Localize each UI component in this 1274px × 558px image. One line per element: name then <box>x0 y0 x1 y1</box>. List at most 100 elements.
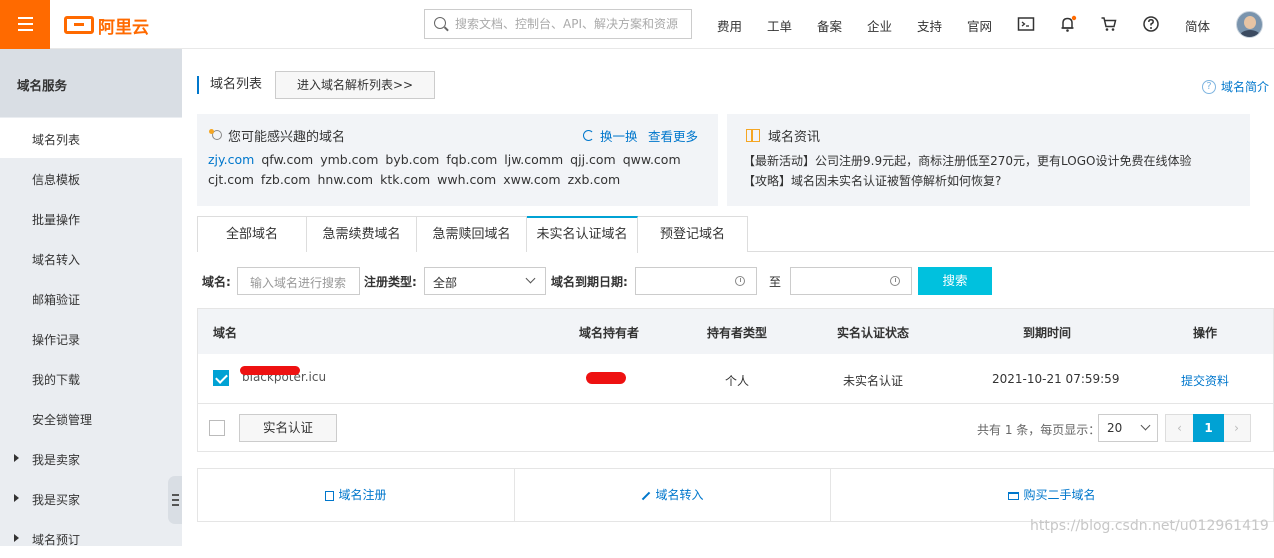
sidebar-item-domain-list[interactable]: 域名列表 <box>0 118 182 158</box>
sidebar-item-security-lock[interactable]: 安全锁管理 <box>0 398 182 438</box>
page-title: 域名列表 <box>197 76 262 94</box>
nav-icp[interactable]: 备案 <box>817 16 842 35</box>
suggested-domain[interactable]: ymb.com <box>320 152 378 167</box>
holder-type: 个人 <box>725 374 750 388</box>
cart-icon[interactable] <box>1100 15 1118 33</box>
suggested-domain[interactable]: qww.com <box>623 152 681 167</box>
redaction-mark <box>586 372 626 384</box>
user-avatar[interactable] <box>1236 11 1263 38</box>
chevron-down-icon <box>525 273 536 284</box>
sidebar-item-downloads[interactable]: 我的下载 <box>0 358 182 398</box>
quick-links: 域名注册 域名转入 购买二手域名 <box>197 468 1274 522</box>
quick-link-buy-used[interactable]: 购买二手域名 <box>830 469 1273 521</box>
interest-panel-title: 您可能感兴趣的域名 <box>228 130 346 145</box>
col-actions: 操作 <box>1193 326 1218 340</box>
tab-renew-urgent[interactable]: 急需续费域名 <box>307 216 417 252</box>
sidebar-collapse-handle[interactable] <box>168 476 182 524</box>
type-filter-label: 注册类型: <box>364 275 417 289</box>
suggested-domain[interactable]: xww.com <box>503 172 560 187</box>
sidebar-item-label: 我的下载 <box>32 373 81 387</box>
news-panel-title: 域名资讯 <box>768 130 821 145</box>
suggested-domain[interactable]: fqb.com <box>446 152 497 167</box>
tab-all-domains[interactable]: 全部域名 <box>197 216 307 252</box>
domain-intro-label: 域名简介 <box>1220 80 1269 94</box>
quick-link-register[interactable]: 域名注册 <box>198 469 514 521</box>
sidebar-item-reserve[interactable]: 域名预订 <box>0 518 182 558</box>
sidebar-item-buyer[interactable]: 我是买家 <box>0 478 182 518</box>
news-item[interactable]: 【最新活动】公司注册9.9元起，商标注册低至270元，更有LOGO设计免费在线体… <box>743 152 1191 169</box>
search-button[interactable]: 搜索 <box>918 267 992 295</box>
table-row: blackpoter.icu 个人 未实名认证 2021-10-21 07:59… <box>198 354 1273 404</box>
suggested-domain[interactable]: zxb.com <box>568 172 621 187</box>
search-input[interactable] <box>455 14 687 34</box>
terminal-icon[interactable] <box>1017 15 1035 33</box>
news-panel-header: 域名资讯 <box>746 126 820 145</box>
suggested-domain[interactable]: byb.com <box>385 152 439 167</box>
see-more-link[interactable]: 查看更多 <box>648 126 698 145</box>
global-search[interactable] <box>424 9 692 39</box>
sidebar-item-label: 安全锁管理 <box>32 413 93 427</box>
sidebar-item-seller[interactable]: 我是卖家 <box>0 438 182 478</box>
cart-icon <box>1008 491 1020 500</box>
sidebar-item-label: 操作记录 <box>32 333 81 347</box>
main-content: 域名列表 进入域名解析列表>> ? 域名简介 您可能感兴趣的域名 换一换 查看更… <box>182 49 1274 546</box>
registration-type-select[interactable]: 全部 <box>424 267 546 295</box>
enter-dns-list-button[interactable]: 进入域名解析列表>> <box>275 71 435 99</box>
suggested-domain[interactable]: fzb.com <box>261 172 311 187</box>
domain-intro-link[interactable]: ? 域名简介 <box>1201 78 1269 95</box>
language-switch[interactable]: 简体 <box>1185 16 1210 35</box>
expire-date-start[interactable] <box>635 267 757 295</box>
refresh-button[interactable]: 换一换 <box>583 126 638 145</box>
quick-link-label: 域名转入 <box>655 488 704 502</box>
quick-link-label: 购买二手域名 <box>1023 488 1096 502</box>
suggested-domain[interactable]: ljw.comm <box>504 152 563 167</box>
domain-search-input[interactable]: 输入域名进行搜索 <box>237 267 360 295</box>
sidebar-item-batch[interactable]: 批量操作 <box>0 198 182 238</box>
nav-fees[interactable]: 费用 <box>717 16 742 35</box>
suggested-domain[interactable]: hnw.com <box>318 172 374 187</box>
bell-icon[interactable] <box>1059 15 1077 33</box>
sidebar: 域名服务 域名列表 信息模板 批量操作 域名转入 邮箱验证 操作记录 我的下载 … <box>0 49 182 547</box>
suggested-domain[interactable]: zjy.com <box>208 152 254 167</box>
sidebar-item-email-verify[interactable]: 邮箱验证 <box>0 278 182 318</box>
aliyun-logo[interactable]: 阿里云 <box>64 14 149 38</box>
prev-page-button[interactable]: ‹ <box>1166 415 1193 441</box>
suggested-domain[interactable]: ktk.com <box>380 172 430 187</box>
suggested-domain[interactable]: qjj.com <box>570 152 616 167</box>
hamburger-menu-button[interactable] <box>0 0 50 49</box>
top-bar: 阿里云 费用 工单 备案 企业 支持 官网 简体 <box>0 0 1274 49</box>
suggested-domain[interactable]: qfw.com <box>261 152 313 167</box>
next-page-button[interactable]: › <box>1223 415 1250 441</box>
sidebar-item-label: 域名预订 <box>32 533 81 547</box>
sidebar-item-info-template[interactable]: 信息模板 <box>0 158 182 198</box>
sidebar-item-label: 信息模板 <box>32 173 81 187</box>
expire-date-end[interactable] <box>790 267 912 295</box>
real-name-verify-button[interactable]: 实名认证 <box>239 414 337 442</box>
caret-right-icon <box>14 454 19 462</box>
nav-enterprise[interactable]: 企业 <box>867 16 892 35</box>
submit-info-link[interactable]: 提交资料 <box>1181 372 1229 389</box>
caret-right-icon <box>14 494 19 502</box>
news-item[interactable]: 【攻略】域名因未实名认证被暂停解析如何恢复? <box>743 172 1001 189</box>
row-checkbox[interactable] <box>213 370 229 386</box>
nav-tickets[interactable]: 工单 <box>767 16 792 35</box>
nav-official-site[interactable]: 官网 <box>967 16 992 35</box>
select-all-checkbox[interactable] <box>209 420 225 436</box>
sidebar-item-operation-log[interactable]: 操作记录 <box>0 318 182 358</box>
sidebar-title: 域名服务 <box>0 49 182 117</box>
tab-preregistered[interactable]: 预登记域名 <box>638 216 748 252</box>
help-icon[interactable] <box>1142 15 1160 33</box>
gift-icon <box>746 129 760 142</box>
verify-status: 未实名认证 <box>843 374 904 388</box>
page-size-select[interactable]: 20 <box>1098 414 1158 442</box>
nav-support[interactable]: 支持 <box>917 16 942 35</box>
pen-icon <box>642 491 651 500</box>
suggested-domain[interactable]: cjt.com <box>208 172 254 187</box>
page-number-current[interactable]: 1 <box>1193 414 1224 442</box>
sidebar-item-transfer-in[interactable]: 域名转入 <box>0 238 182 278</box>
quick-link-transfer[interactable]: 域名转入 <box>514 469 830 521</box>
tab-redeem-urgent[interactable]: 急需赎回域名 <box>417 216 527 252</box>
tab-unverified[interactable]: 未实名认证域名 <box>527 216 638 253</box>
suggested-domain[interactable]: wwh.com <box>437 172 496 187</box>
col-domain: 域名 <box>213 326 238 340</box>
